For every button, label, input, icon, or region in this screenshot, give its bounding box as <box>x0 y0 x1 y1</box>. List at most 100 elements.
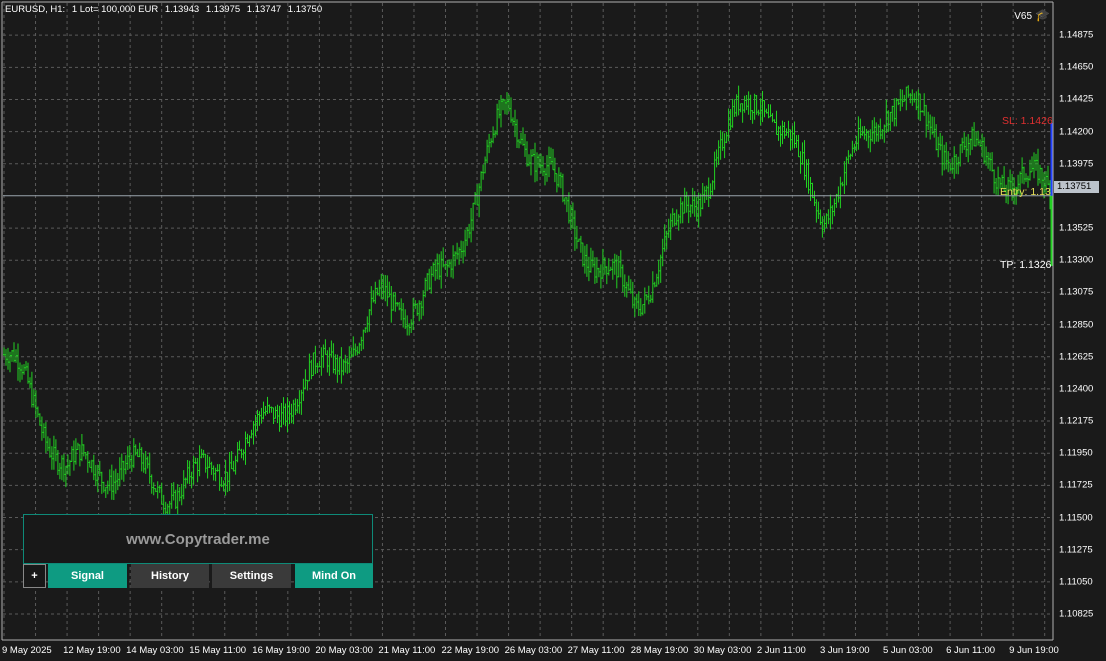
ohlc-bar <box>332 343 335 374</box>
ohlc-bar <box>216 464 219 472</box>
ohlc-bar <box>518 139 520 149</box>
ohlc-bar <box>94 465 97 487</box>
ohlc-bar <box>837 186 840 203</box>
ohlc-bar <box>142 453 145 473</box>
settings-button[interactable]: Settings <box>212 564 291 588</box>
ohlc-bar <box>178 487 181 502</box>
ohlc-bar <box>348 346 351 373</box>
ohlc-bar <box>963 132 966 150</box>
ohlc-bar <box>743 95 746 113</box>
ohlc-bar <box>436 253 439 280</box>
ohlc-bar <box>631 281 634 309</box>
ohlc-bar <box>673 212 676 227</box>
ohlc-bar <box>1035 153 1037 171</box>
ohlc-bar <box>140 447 143 472</box>
ohlc-bar <box>438 254 441 280</box>
ohlc-bar <box>476 184 479 206</box>
ohlc-bar <box>186 460 189 484</box>
ohlc-bar <box>48 438 51 458</box>
ohlc-bar <box>338 357 341 375</box>
mind-on-button[interactable]: Mind On <box>295 564 373 588</box>
ohlc-bar <box>699 193 702 217</box>
ohlc-bar <box>464 229 467 257</box>
ohlc-bar <box>21 364 23 380</box>
ohlc-bar <box>246 433 249 444</box>
ohlc-bar <box>813 190 816 206</box>
time-tick-label: 26 May 03:00 <box>504 645 563 656</box>
ohlc-bar <box>573 210 576 251</box>
ohlc-bar <box>442 247 445 268</box>
open-price: 1.13943 <box>164 4 200 15</box>
history-button[interactable]: History <box>131 564 209 588</box>
ohlc-bar <box>76 442 79 450</box>
ohlc-bar <box>1021 157 1024 184</box>
ohlc-bar <box>705 185 708 200</box>
price-tick-label: 1.12175 <box>1059 415 1094 427</box>
ohlc-bar <box>975 131 978 147</box>
ohlc-bar <box>264 406 267 416</box>
ohlc-bar <box>803 140 806 181</box>
ohlc-bar <box>729 109 732 131</box>
ohlc-bar <box>923 93 926 116</box>
ohlc-bar <box>1025 173 1027 182</box>
ohlc-bar <box>839 176 842 209</box>
ohlc-bar <box>829 194 832 230</box>
ohlc-bar <box>15 349 17 363</box>
ohlc-bar <box>218 464 221 491</box>
ohlc-bar <box>877 124 880 142</box>
expand-button[interactable]: + <box>23 564 46 588</box>
ohlc-bar <box>526 141 528 167</box>
ohlc-bar <box>236 442 239 463</box>
ohlc-bar <box>609 266 612 271</box>
ohlc-bar <box>60 455 63 481</box>
ohlc-bar <box>422 290 425 316</box>
time-tick-label: 6 Jun 11:00 <box>946 645 996 656</box>
ohlc-bar <box>110 464 113 500</box>
ohlc-bar <box>669 213 672 240</box>
ohlc-bar <box>542 156 544 177</box>
ohlc-bar <box>1029 159 1031 181</box>
ohlc-bar <box>308 353 311 382</box>
ohlc-bar <box>466 227 469 246</box>
ohlc-bar <box>334 354 337 375</box>
ohlc-bar <box>130 454 133 472</box>
ohlc-bar <box>454 251 457 267</box>
ohlc-bar <box>546 155 548 182</box>
ohlc-bar <box>458 247 461 265</box>
ohlc-bar <box>13 342 15 363</box>
ohlc-bar <box>881 129 884 140</box>
ohlc-bar <box>559 172 562 189</box>
ohlc-bar <box>845 156 848 186</box>
ohlc-bar <box>318 360 321 368</box>
ohlc-bar <box>615 254 618 289</box>
ohlc-bar <box>356 346 359 356</box>
ohlc-bar <box>885 99 888 134</box>
ohlc-bar <box>901 89 904 107</box>
ohlc-bar <box>90 459 93 473</box>
ohlc-bar <box>841 181 844 187</box>
ohlc-bar <box>747 91 750 115</box>
ohlc-bar <box>278 405 281 432</box>
ohlc-bar <box>492 126 495 144</box>
price-tick-label: 1.11725 <box>1059 479 1093 491</box>
ohlc-bar <box>873 117 876 144</box>
ohlc-bar <box>32 389 35 408</box>
ohlc-bar <box>587 256 590 282</box>
ohlc-bar <box>312 352 315 376</box>
ohlc-bar <box>731 98 734 128</box>
ohlc-bar <box>474 192 477 205</box>
ohlc-bar <box>230 451 233 470</box>
ohlc-bar <box>583 245 586 274</box>
signal-button[interactable]: Signal <box>48 564 127 588</box>
ohlc-bar <box>410 319 413 333</box>
ohlc-bar <box>715 149 718 168</box>
ohlc-bar <box>793 121 796 149</box>
ohlc-bar <box>520 132 522 145</box>
ohlc-bar <box>316 362 319 373</box>
ohlc-bar <box>687 196 690 224</box>
ohlc-bar <box>947 151 950 173</box>
ohlc-bar <box>865 128 868 142</box>
ohlc-bar <box>553 157 556 183</box>
ohlc-bar <box>581 242 584 267</box>
ohlc-bar <box>971 126 974 150</box>
